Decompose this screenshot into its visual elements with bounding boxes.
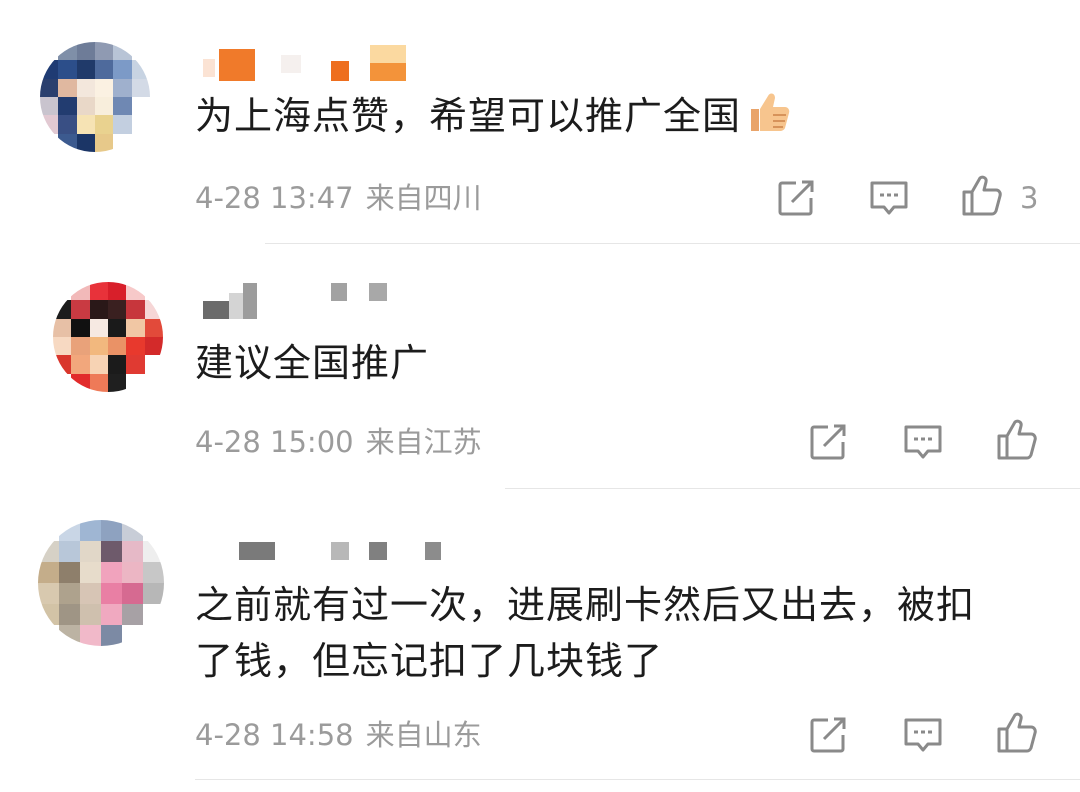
- comment-icon[interactable]: [902, 715, 944, 755]
- comment-time: 4-28 14:58: [195, 718, 354, 752]
- thumbs-up-emoji-icon: [745, 89, 791, 150]
- username-obscured[interactable]: [195, 283, 395, 319]
- comment-item: 为上海点赞，希望可以推广全国 4-28 13:47 来自四川 3: [0, 0, 1080, 245]
- comment-icon[interactable]: [868, 178, 910, 218]
- divider: [195, 779, 1080, 780]
- comment-location: 来自江苏: [365, 425, 482, 459]
- comment-item: 建议全国推广 4-28 15:00 来自江苏: [0, 245, 1080, 490]
- comment-meta: 4-28 15:00 来自江苏: [195, 422, 482, 462]
- avatar[interactable]: [40, 42, 150, 152]
- comment-text-line: 之前就有过一次，进展刷卡然后又出去，被扣: [195, 583, 976, 627]
- like-icon[interactable]: [995, 711, 1039, 755]
- username-obscured[interactable]: [195, 542, 455, 572]
- comment-meta: 4-28 14:58 来自山东: [195, 715, 482, 755]
- comment-text-content: 为上海点赞，希望可以推广全国: [195, 94, 742, 138]
- comment-time: 4-28 15:00: [195, 425, 354, 459]
- comment-text-line: 了钱，但忘记扣了几块钱了: [195, 639, 664, 683]
- like-count: 3: [1020, 181, 1039, 215]
- comment-location: 来自山东: [365, 718, 482, 752]
- divider: [265, 243, 1080, 244]
- avatar[interactable]: [53, 282, 163, 392]
- comment-text: 建议全国推广: [195, 335, 1055, 391]
- like-icon[interactable]: [995, 418, 1039, 462]
- divider: [505, 488, 1080, 489]
- comment-time: 4-28 13:47: [195, 181, 354, 215]
- comment-item: 之前就有过一次，进展刷卡然后又出去，被扣 了钱，但忘记扣了几块钱了 4-28 1…: [0, 490, 1080, 792]
- comment-text-content: 建议全国推广: [195, 341, 430, 385]
- avatar[interactable]: [38, 520, 164, 646]
- share-icon[interactable]: [776, 178, 816, 218]
- like-icon[interactable]: [960, 174, 1004, 218]
- comment-meta: 4-28 13:47 来自四川: [195, 178, 482, 218]
- share-icon[interactable]: [808, 422, 848, 462]
- share-icon[interactable]: [808, 715, 848, 755]
- comment-icon[interactable]: [902, 422, 944, 462]
- comment-text: 之前就有过一次，进展刷卡然后又出去，被扣 了钱，但忘记扣了几块钱了: [195, 577, 1055, 689]
- username-obscured[interactable]: [195, 45, 415, 81]
- comment-location: 来自四川: [365, 181, 482, 215]
- comment-text: 为上海点赞，希望可以推广全国: [195, 88, 1055, 150]
